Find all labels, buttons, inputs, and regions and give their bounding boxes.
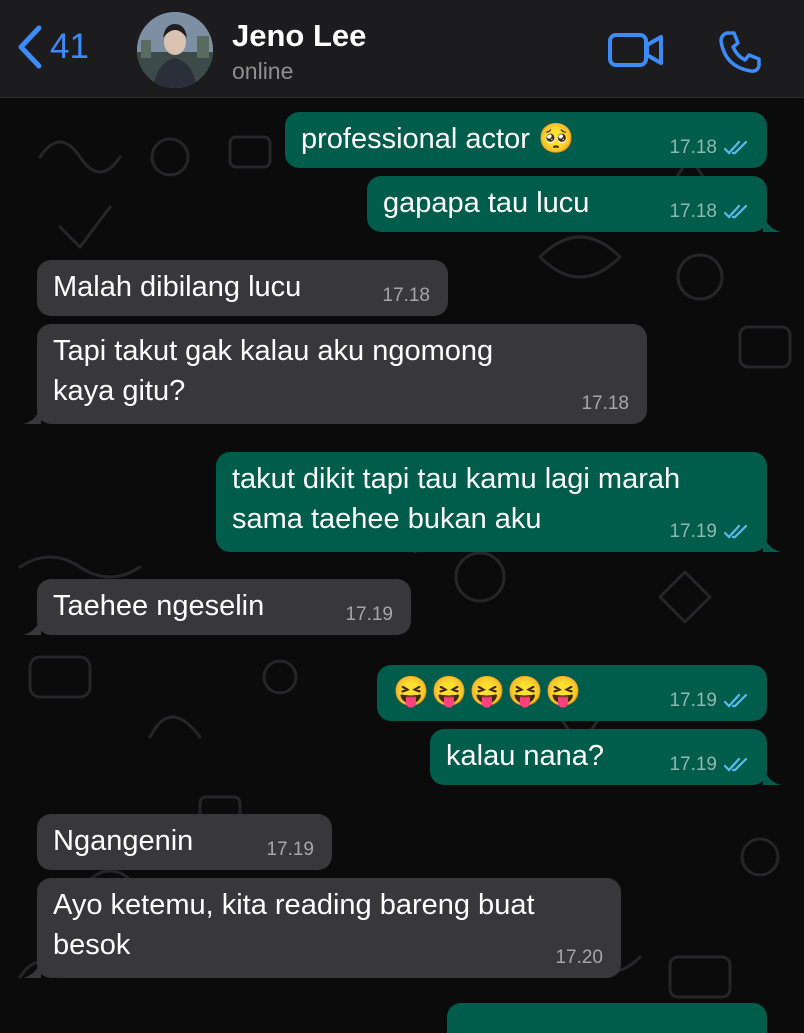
- message-text: 😝😝😝😝😝: [393, 676, 584, 708]
- message-bubble[interactable]: Ayo ketemu, kita reading bareng buat bes…: [23, 878, 621, 978]
- message-time: 17.19: [266, 839, 314, 860]
- message-meta: 17.19: [345, 604, 393, 626]
- message-meta: 17.18: [581, 393, 629, 415]
- message-time: 17.19: [345, 604, 393, 625]
- avatar-image: [137, 12, 213, 88]
- message-meta: 17.19: [669, 521, 749, 543]
- message-text: takut dikit tapi tau kamu lagi marah sam…: [232, 463, 681, 535]
- message-meta: 17.19: [266, 839, 314, 861]
- bubble-tail: [23, 613, 41, 635]
- message-meta: 17.19: [669, 754, 749, 776]
- message-text: Ngangenin: [53, 825, 194, 857]
- message-time: 17.19: [669, 754, 717, 775]
- message-bubble[interactable]: professional actor 🥺 17.18: [285, 112, 767, 168]
- bubble-tail: [763, 763, 781, 785]
- double-check-icon: [723, 140, 748, 155]
- message-bubble-partial[interactable]: [447, 1003, 767, 1033]
- message-time: 17.18: [669, 201, 717, 222]
- message-text: Tapi takut gak kalau aku ngomong kaya gi…: [53, 335, 494, 407]
- bubble-tail: [23, 402, 41, 424]
- double-check-icon: [723, 204, 748, 219]
- bubble-tail: [23, 956, 41, 978]
- contact-status: online: [232, 58, 294, 84]
- message-time: 17.18: [581, 393, 629, 414]
- video-call-button[interactable]: [607, 30, 665, 75]
- message-time: 17.19: [669, 690, 717, 711]
- contact-name[interactable]: Jeno Lee: [232, 18, 366, 54]
- unread-count: 41: [50, 27, 89, 66]
- voice-call-button[interactable]: [717, 29, 763, 80]
- message-text: Taehee ngeselin: [53, 590, 265, 622]
- message-bubble[interactable]: Tapi takut gak kalau aku ngomong kaya gi…: [23, 324, 647, 424]
- message-bubble[interactable]: takut dikit tapi tau kamu lagi marah sam…: [216, 452, 781, 552]
- bubble-tail: [763, 530, 781, 552]
- message-time: 17.18: [669, 137, 717, 158]
- double-check-icon: [723, 757, 748, 772]
- double-check-icon: [723, 524, 748, 539]
- message-text: kalau nana?: [446, 740, 605, 772]
- message-text: gapapa tau lucu: [383, 187, 590, 219]
- contact-avatar[interactable]: [137, 12, 213, 88]
- message-meta: 17.19: [669, 690, 749, 712]
- message-time: 17.19: [669, 521, 717, 542]
- message-meta: 17.18: [669, 201, 749, 223]
- message-bubble[interactable]: Ngangenin 17.19: [37, 814, 332, 870]
- message-meta: 17.18: [382, 285, 430, 307]
- back-button[interactable]: 41: [14, 24, 89, 70]
- message-list[interactable]: professional actor 🥺 17.18 gapapa tau lu…: [0, 97, 804, 1033]
- message-text: Ayo ketemu, kita reading bareng buat bes…: [53, 889, 535, 961]
- bubble-tail: [763, 210, 781, 232]
- message-bubble[interactable]: Malah dibilang lucu 17.18: [37, 260, 448, 316]
- message-meta: 17.18: [669, 137, 749, 159]
- message-bubble[interactable]: 😝😝😝😝😝 17.19: [377, 665, 767, 721]
- chevron-left-icon: [18, 25, 42, 69]
- phone-icon: [719, 31, 761, 73]
- message-meta: 17.20: [555, 947, 603, 969]
- message-time: 17.20: [555, 947, 603, 968]
- message-time: 17.18: [382, 285, 430, 306]
- message-bubble[interactable]: gapapa tau lucu 17.18: [367, 176, 781, 232]
- video-camera-icon: [608, 33, 663, 67]
- message-bubble[interactable]: kalau nana? 17.19: [430, 729, 781, 785]
- chat-header: 41 Jeno Lee online: [0, 0, 804, 98]
- message-text: professional actor 🥺: [301, 123, 575, 155]
- message-bubble[interactable]: Taehee ngeselin 17.19: [23, 579, 411, 635]
- double-check-icon: [723, 693, 748, 708]
- message-text: Malah dibilang lucu: [53, 271, 302, 303]
